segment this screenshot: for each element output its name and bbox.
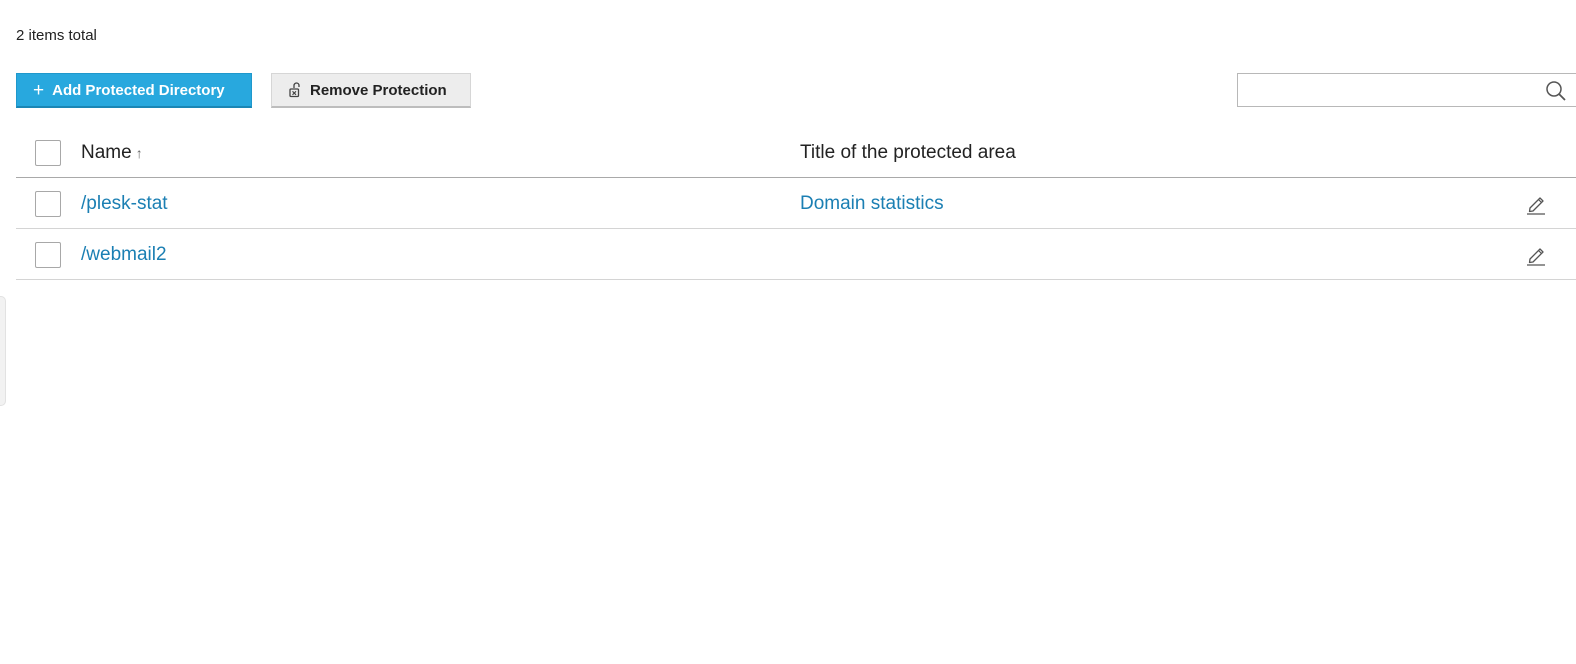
edit-icon[interactable]: [1526, 244, 1546, 266]
unlock-icon: [288, 82, 302, 98]
items-total-text: 2 items total: [16, 27, 97, 44]
plus-icon: +: [33, 79, 45, 101]
search-icon[interactable]: [1544, 80, 1568, 102]
remove-protection-label: Remove Protection: [310, 81, 447, 99]
table-row: /plesk-stat Domain statistics: [16, 178, 1576, 229]
row-checkbox[interactable]: [35, 191, 61, 217]
directory-name-link[interactable]: /plesk-stat: [81, 193, 168, 214]
column-header-name-label: Name: [81, 142, 132, 163]
search-box: [1237, 73, 1576, 107]
select-all-checkbox[interactable]: [35, 140, 61, 166]
directory-name-link[interactable]: /webmail2: [81, 244, 167, 265]
protected-area-title-link[interactable]: Domain statistics: [800, 193, 944, 214]
column-header-name[interactable]: Name ↑: [81, 142, 143, 164]
table-header-row: Name ↑ Title of the protected area: [16, 127, 1576, 178]
sort-ascending-icon: ↑: [135, 145, 143, 161]
add-protected-directory-label: Add Protected Directory: [52, 81, 225, 99]
remove-protection-button[interactable]: Remove Protection: [271, 73, 471, 108]
side-panel-tab[interactable]: [0, 296, 6, 406]
add-protected-directory-button[interactable]: + Add Protected Directory: [16, 73, 252, 108]
protected-directories-table: Name ↑ Title of the protected area /plesk…: [16, 127, 1576, 280]
column-header-title: Title of the protected area: [800, 142, 1016, 163]
edit-icon[interactable]: [1526, 193, 1546, 215]
search-input[interactable]: [1238, 74, 1544, 104]
table-row: /webmail2: [16, 229, 1576, 280]
row-checkbox[interactable]: [35, 242, 61, 268]
